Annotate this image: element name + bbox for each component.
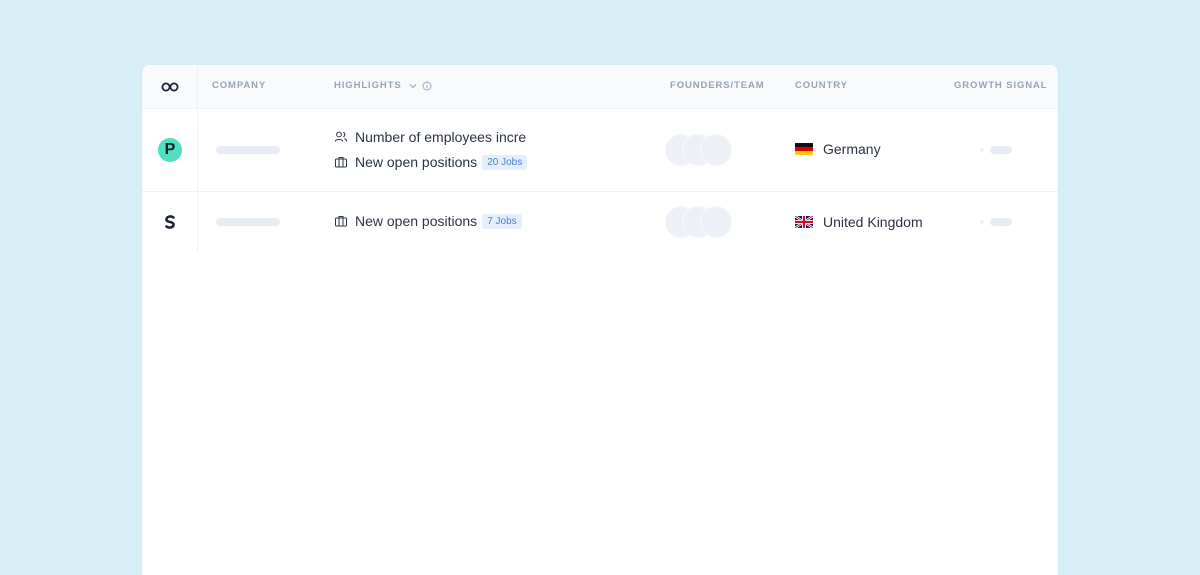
highlight-item: New open positions 7 Jobs: [334, 213, 522, 229]
column-header-country[interactable]: COUNTRY: [795, 80, 848, 91]
column-header-growth-signal[interactable]: GROWTH SIGNAL: [954, 80, 1048, 91]
app-logo[interactable]: [142, 65, 198, 108]
column-header-company[interactable]: COMPANY: [212, 80, 266, 91]
founders-avatars[interactable]: [665, 134, 735, 166]
founder-avatar[interactable]: [700, 206, 732, 238]
column-header-highlights[interactable]: HIGHLIGHTS: [334, 80, 432, 91]
column-header-highlights-label: HIGHLIGHTS: [334, 80, 402, 91]
chevron-down-icon[interactable]: [409, 83, 417, 89]
growth-signal-placeholder: [980, 218, 1014, 226]
highlight-text: Number of employees incre: [355, 129, 527, 145]
company-name-placeholder: [216, 218, 280, 226]
highlight-text: New open positions: [355, 154, 478, 170]
people-icon: [334, 131, 348, 142]
companies-table: COMPANY HIGHLIGHTS FOUNDERS/TEAM COUNTRY…: [142, 65, 1058, 575]
company-logo-cell: [142, 192, 198, 252]
founder-avatar[interactable]: [700, 134, 732, 166]
company-logo-cell: P: [142, 109, 198, 191]
column-header-founders-team[interactable]: FOUNDERS/TEAM: [670, 80, 765, 91]
s-logo-icon: [165, 215, 175, 229]
jobs-badge[interactable]: 7 Jobs: [482, 213, 522, 229]
briefcase-icon: [335, 157, 347, 168]
signal-dot: [980, 148, 984, 152]
country-name: United Kingdom: [823, 214, 923, 230]
table-row[interactable]: New open positions 7 Jobs United Kingdom: [142, 192, 1058, 252]
highlight-text: New open positions: [355, 213, 478, 229]
uk-flag-icon: [795, 216, 813, 228]
highlight-item: Number of employees incre: [334, 129, 527, 145]
table-header: COMPANY HIGHLIGHTS FOUNDERS/TEAM COUNTRY…: [142, 65, 1058, 109]
country-cell: Germany: [795, 141, 881, 157]
growth-signal-placeholder: [980, 146, 1014, 154]
signal-pill: [990, 218, 1012, 226]
jobs-badge[interactable]: 20 Jobs: [482, 154, 528, 170]
signal-pill: [990, 146, 1012, 154]
briefcase-icon: [335, 216, 347, 227]
country-cell: United Kingdom: [795, 214, 923, 230]
founders-avatars[interactable]: [665, 206, 735, 238]
company-name-placeholder: [216, 146, 280, 154]
highlight-item: New open positions 20 Jobs: [334, 154, 528, 170]
infinity-logo-icon: [161, 82, 179, 91]
company-logo-p: P: [158, 138, 182, 162]
country-name: Germany: [823, 141, 881, 157]
germany-flag-icon: [795, 143, 813, 155]
signal-dot: [980, 220, 984, 224]
table-row[interactable]: P Number of employees incre New open pos…: [142, 109, 1058, 192]
info-icon[interactable]: [422, 81, 432, 91]
